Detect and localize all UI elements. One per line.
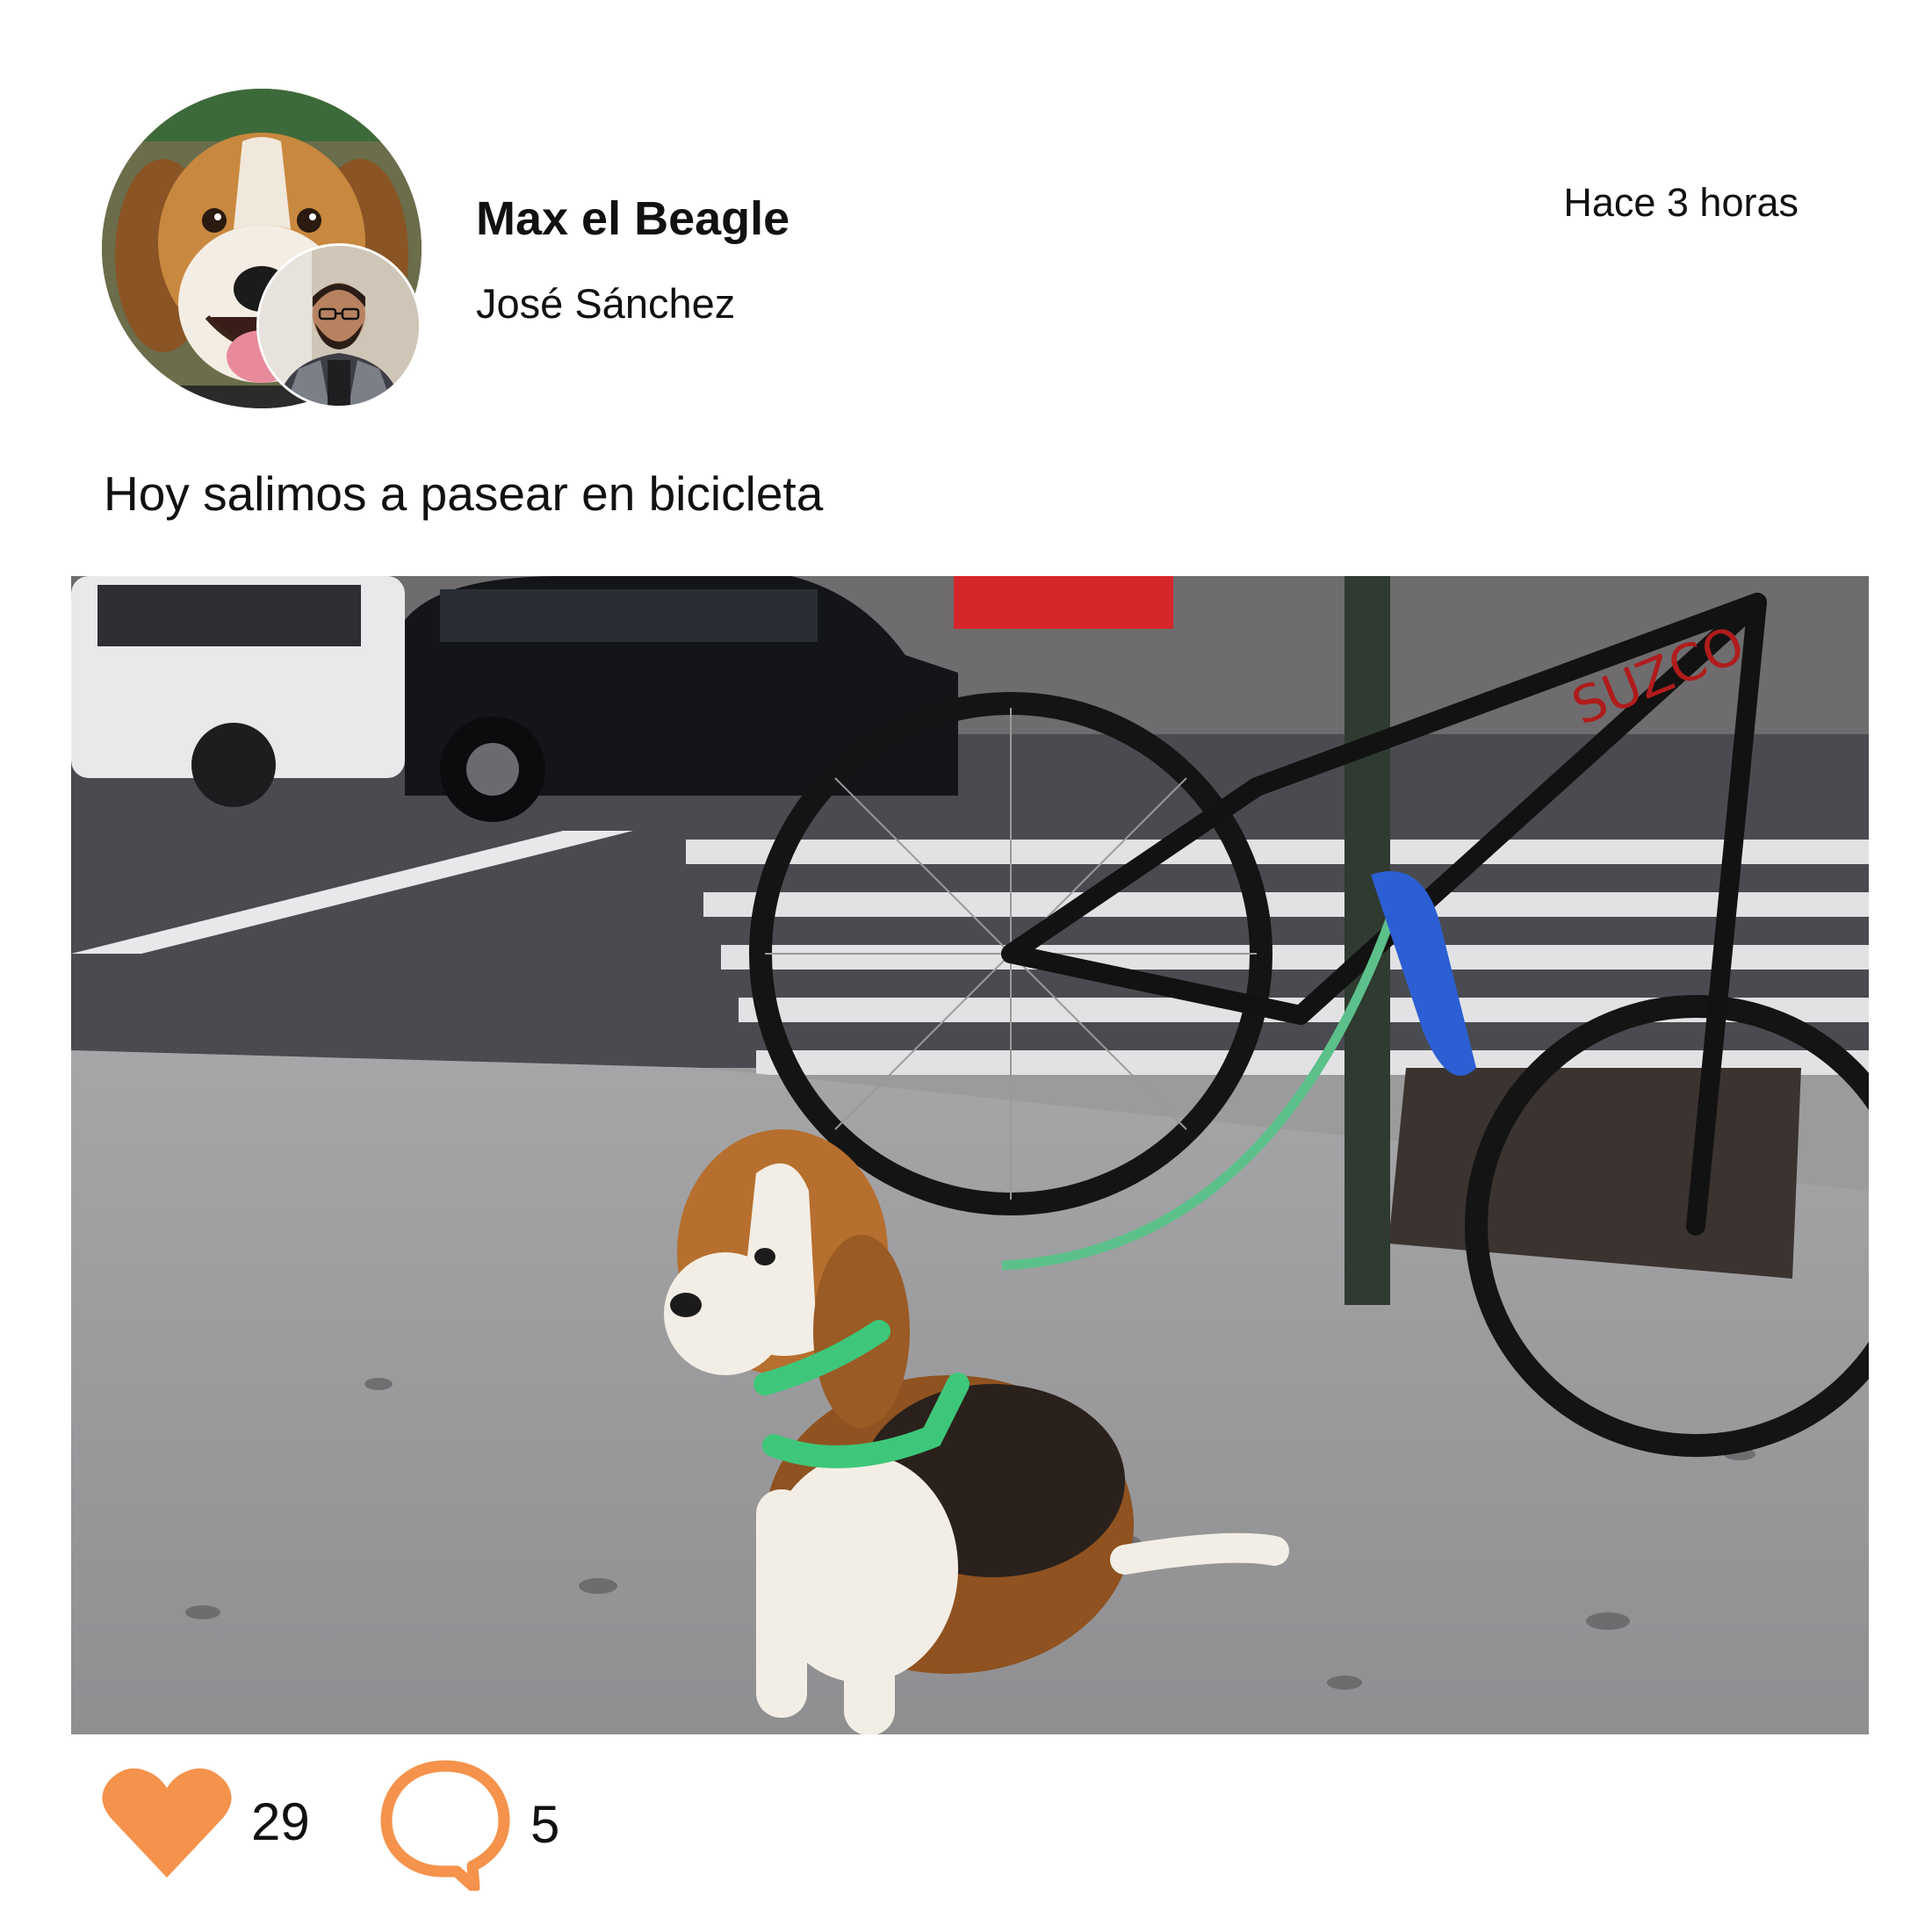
owner-name[interactable]: José Sánchez <box>476 283 735 324</box>
post-photo[interactable]: SUZCO <box>71 576 1869 1734</box>
owner-avatar[interactable] <box>256 243 422 408</box>
author-avatar-group[interactable] <box>102 89 422 408</box>
owner-avatar-image <box>259 246 419 406</box>
comment-count: 5 <box>530 1795 560 1854</box>
like-button[interactable]: 29 <box>102 1765 310 1879</box>
author-display-name[interactable]: Max el Beagle <box>476 195 789 242</box>
beagle-bike-photo: SUZCO <box>71 576 1869 1734</box>
post-caption: Hoy salimos a pasear en bicicleta <box>104 466 824 521</box>
like-count: 29 <box>251 1792 310 1851</box>
post-timestamp: Hace 3 horas <box>1563 180 1799 225</box>
speech-bubble-icon <box>380 1760 510 1891</box>
comment-button[interactable]: 5 <box>379 1759 559 1891</box>
heart-icon <box>102 1768 232 1878</box>
